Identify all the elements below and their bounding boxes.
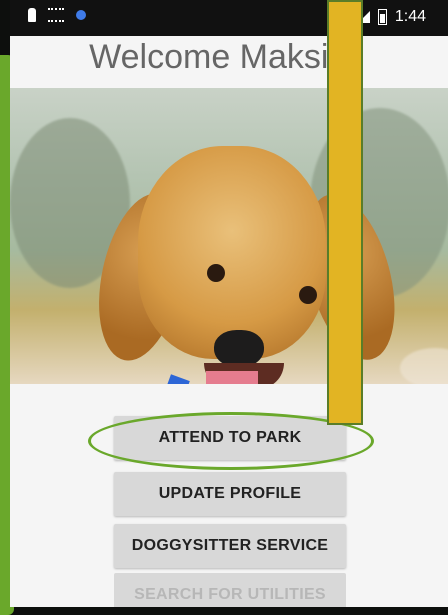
- phone-screen: 1:44 Welcome Maksi L ATTEND TO PARK UPDA…: [10, 0, 448, 607]
- doggysitter-service-button[interactable]: DOGGYSITTER SERVICE: [114, 524, 346, 568]
- update-profile-button[interactable]: UPDATE PROFILE: [114, 472, 346, 516]
- yellow-overlay-marker: [327, 0, 363, 425]
- search-utilities-button: SEARCH FOR UTILITIES: [114, 573, 346, 607]
- button-group: ATTEND TO PARK UPDATE PROFILE DOGGYSITTE…: [10, 0, 448, 607]
